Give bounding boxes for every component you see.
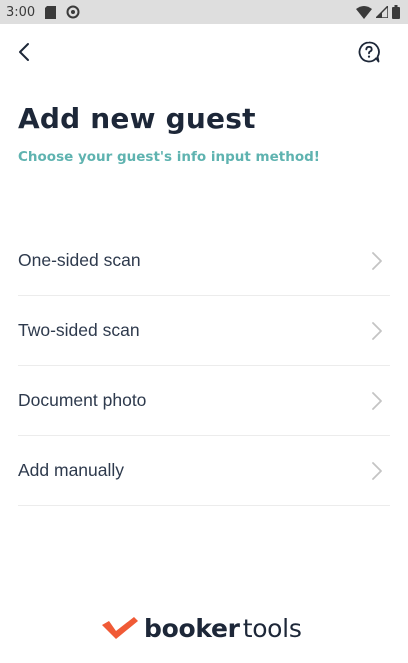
status-right [356,5,400,19]
chevron-right-icon [372,251,382,270]
signal-icon [376,6,388,18]
sd-card-icon [45,5,57,19]
option-label: Add manually [18,460,125,480]
status-bar: 3:00 [0,0,408,24]
back-button[interactable] [10,38,38,66]
no-disturb-icon [66,5,80,19]
logo-text-light: tools [242,613,302,643]
chevron-right-icon [372,461,382,480]
status-left: 3:00 [6,5,80,20]
status-time: 3:00 [6,4,36,20]
chevron-right-icon [372,321,382,340]
option-add-manually[interactable]: Add manually [18,436,390,506]
option-label: Two-sided scan [18,320,140,340]
option-label: Document photo [18,390,147,410]
page-title: Add new guest [18,102,256,135]
option-document-photo[interactable]: Document photo [18,366,390,436]
input-method-list: One-sided scan Two-sided scan Document p… [18,226,390,506]
help-button[interactable] [356,39,382,65]
page-subtitle: Choose your guest's info input method! [18,149,320,165]
question-bubble-icon [358,41,380,63]
booker-tools-logo: booker tools [100,612,302,644]
chevron-right-icon [372,391,382,410]
app-bar [0,24,408,80]
option-two-sided-scan[interactable]: Two-sided scan [18,296,390,366]
checkmark-logo-icon [102,617,138,639]
logo-text-bold: booker [144,613,240,643]
option-one-sided-scan[interactable]: One-sided scan [18,226,390,296]
wifi-icon [356,5,372,19]
battery-icon [392,5,400,19]
option-label: One-sided scan [18,250,141,270]
chevron-left-icon [19,43,29,61]
